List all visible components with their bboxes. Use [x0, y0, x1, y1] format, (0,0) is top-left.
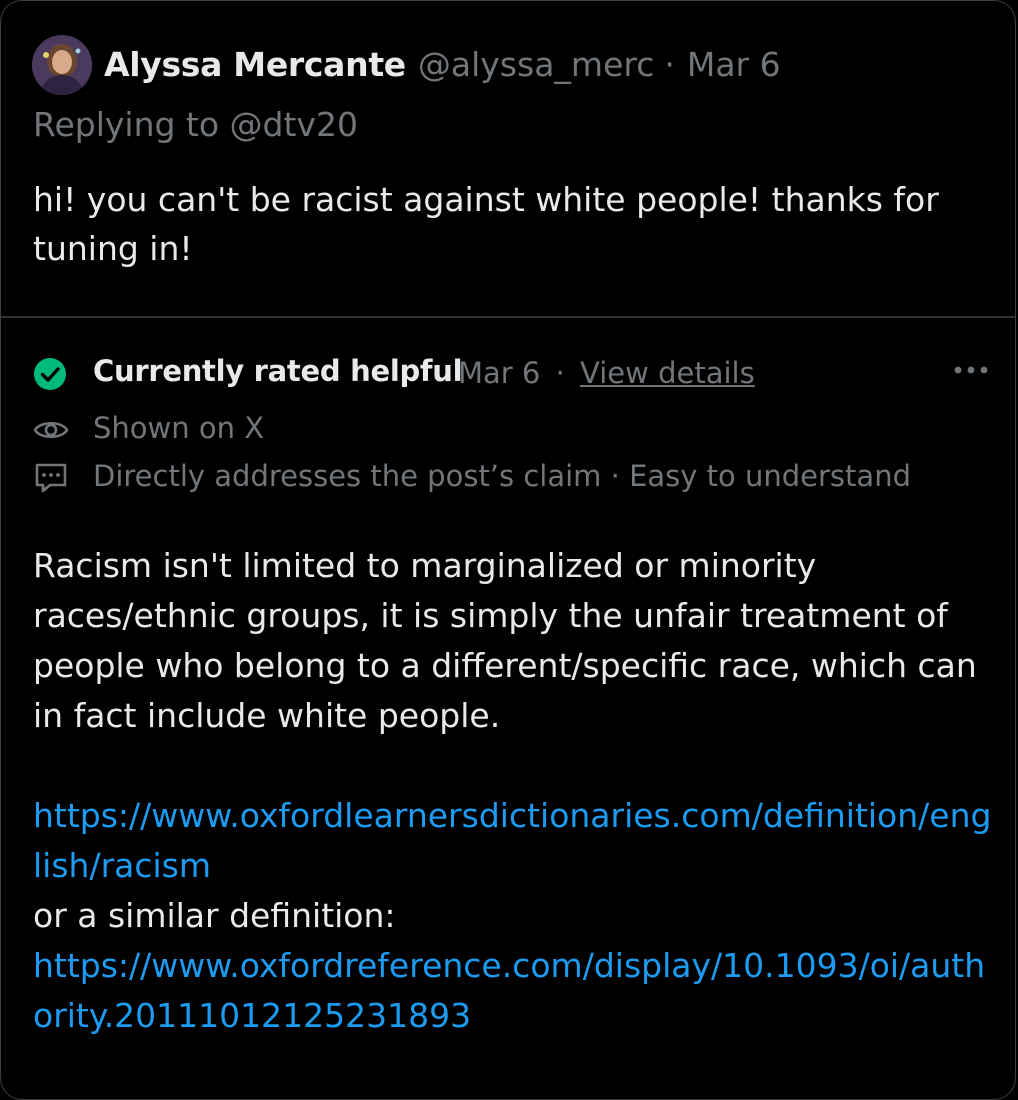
- post-date[interactable]: Mar 6: [687, 45, 781, 84]
- check-circle-icon: [34, 358, 66, 390]
- note-paragraph: Racism isn't limited to marginalized or …: [33, 546, 977, 735]
- reasons-label: Directly addresses the post’s claim · Ea…: [93, 459, 911, 493]
- eye-icon: [33, 421, 69, 439]
- author-row: Alyssa Mercante @alyssa_merc · Mar 6: [104, 39, 781, 89]
- author-name[interactable]: Alyssa Mercante: [104, 45, 406, 84]
- shown-on-label: Shown on X: [93, 411, 265, 445]
- community-note-header: Currently rated helpful Mar 6 · View det…: [33, 349, 993, 397]
- reasons-row: Directly addresses the post’s claim · Ea…: [33, 457, 993, 497]
- note-connector: or a similar definition:: [33, 896, 396, 935]
- note-status: Currently rated helpful: [93, 354, 463, 388]
- reply-card: Alyssa Mercante @alyssa_merc · Mar 6 Rep…: [0, 0, 1016, 1100]
- replying-to[interactable]: Replying to @dtv20: [33, 105, 358, 144]
- comment-icon: [35, 463, 67, 493]
- author-handle[interactable]: @alyssa_merc: [418, 45, 654, 84]
- note-date: Mar 6: [458, 356, 541, 390]
- separator-dot: ·: [555, 356, 565, 390]
- note-body: Racism isn't limited to marginalized or …: [33, 541, 998, 1041]
- source-link-2[interactable]: https://www.oxfordreference.com/display/…: [33, 941, 998, 1041]
- reply-post[interactable]: Alyssa Mercante @alyssa_merc · Mar 6 Rep…: [1, 1, 1015, 318]
- note-date-row: Mar 6 · View details: [458, 356, 755, 390]
- separator-dot: ·: [664, 44, 675, 84]
- more-options-icon[interactable]: [951, 355, 991, 385]
- author-avatar[interactable]: [32, 35, 92, 95]
- avatar-image: [32, 35, 92, 95]
- post-text: hi! you can't be racist against white pe…: [33, 180, 939, 268]
- shown-on-row: Shown on X: [33, 409, 993, 449]
- source-link-1[interactable]: https://www.oxfordlearnersdictionaries.c…: [33, 791, 998, 891]
- view-details-link[interactable]: View details: [580, 356, 755, 390]
